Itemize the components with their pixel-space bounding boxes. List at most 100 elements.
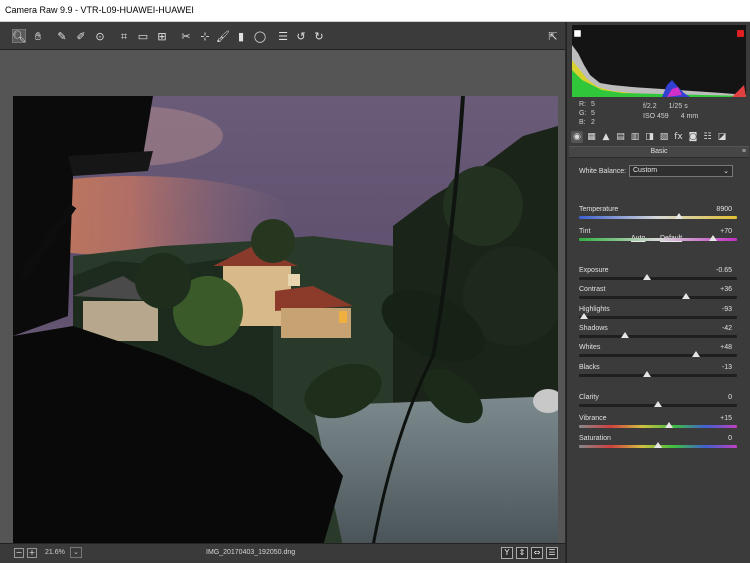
hand-tool-icon[interactable]: ✋︎ bbox=[31, 29, 45, 43]
temperature-value[interactable]: 8900 bbox=[716, 206, 732, 213]
green-value: 5 bbox=[591, 110, 595, 117]
zoom-tool-icon[interactable]: 🔍︎ bbox=[12, 29, 26, 43]
exposure-thumb[interactable] bbox=[642, 274, 651, 280]
exposure-slider[interactable]: Exposure -0.65 bbox=[579, 267, 737, 285]
vibrance-value[interactable]: +15 bbox=[720, 415, 732, 422]
red-value: 5 bbox=[591, 101, 595, 108]
effects-tab-icon[interactable]: fx bbox=[673, 131, 685, 143]
straighten-tool-icon[interactable]: ▭ bbox=[136, 29, 150, 43]
clarity-slider[interactable]: Clarity 0 bbox=[579, 394, 737, 412]
highlight-clipping-warning-icon[interactable] bbox=[737, 30, 744, 37]
red-eye-tool-icon[interactable]: ⊹ bbox=[198, 29, 212, 43]
shadow-clipping-warning-icon[interactable] bbox=[574, 30, 581, 37]
saturation-value[interactable]: 0 bbox=[728, 435, 732, 442]
blacks-slider[interactable]: Blacks -13 bbox=[579, 364, 737, 382]
whites-value[interactable]: +48 bbox=[720, 344, 732, 351]
shadows-track[interactable] bbox=[579, 335, 737, 338]
before-after-toggle-button[interactable]: Y bbox=[501, 547, 513, 559]
highlights-track[interactable] bbox=[579, 316, 737, 319]
vibrance-label: Vibrance bbox=[579, 415, 607, 422]
section-title: Basic bbox=[650, 148, 668, 155]
tint-thumb[interactable] bbox=[709, 235, 718, 241]
hsl-tab-icon[interactable]: ▤ bbox=[615, 131, 627, 143]
shadows-thumb[interactable] bbox=[620, 332, 629, 338]
focal-length: 4 mm bbox=[680, 113, 699, 120]
whites-slider[interactable]: Whites +48 bbox=[579, 344, 737, 362]
photo-preview[interactable] bbox=[13, 96, 558, 546]
whites-thumb[interactable] bbox=[691, 351, 700, 357]
saturation-slider[interactable]: Saturation 0 bbox=[579, 435, 737, 453]
tint-value[interactable]: +70 bbox=[720, 228, 732, 235]
highlights-value[interactable]: -93 bbox=[722, 306, 732, 313]
highlights-slider[interactable]: Highlights -93 bbox=[579, 306, 737, 324]
whites-track[interactable] bbox=[579, 354, 737, 357]
shadows-slider[interactable]: Shadows -42 bbox=[579, 325, 737, 343]
snapshots-tab-icon[interactable]: ◪ bbox=[716, 131, 728, 143]
targeted-adjustment-tool-icon[interactable]: ⊙ bbox=[93, 29, 107, 43]
copy-settings-button[interactable]: ⇔ bbox=[531, 547, 543, 559]
shadows-value[interactable]: -42 bbox=[722, 325, 732, 332]
rotate-right-tool-icon[interactable]: ↻ bbox=[312, 29, 326, 43]
contrast-slider[interactable]: Contrast +36 bbox=[579, 286, 737, 304]
temperature-slider[interactable]: Temperature 8900 bbox=[579, 206, 737, 224]
image-preview-area[interactable] bbox=[0, 50, 565, 546]
adjustment-brush-tool-icon[interactable]: 🖌︎ bbox=[216, 29, 230, 43]
chevron-down-icon: ⌄ bbox=[723, 167, 729, 175]
detail-tab-icon[interactable]: ▲ bbox=[600, 131, 612, 143]
color-sampler-tool-icon[interactable]: ✐ bbox=[74, 29, 88, 43]
zoom-level-dropdown[interactable]: ⌄ bbox=[70, 547, 82, 558]
whites-label: Whites bbox=[579, 344, 601, 351]
crop-tool-icon[interactable]: ⌗ bbox=[117, 29, 131, 43]
basic-tab-icon[interactable]: ◉ bbox=[571, 131, 583, 143]
zoom-out-button[interactable]: − bbox=[14, 548, 24, 558]
toggle-settings-button[interactable]: ☰ bbox=[546, 547, 558, 559]
saturation-label: Saturation bbox=[579, 435, 611, 442]
split-toning-tab-icon[interactable]: ▥ bbox=[629, 131, 641, 143]
exposure-value[interactable]: -0.65 bbox=[716, 267, 732, 274]
clarity-label: Clarity bbox=[579, 394, 599, 401]
contrast-value[interactable]: +36 bbox=[720, 286, 732, 293]
blacks-track[interactable] bbox=[579, 374, 737, 377]
shutter-speed: 1/25 s bbox=[668, 103, 688, 110]
swap-settings-button[interactable]: ⇕ bbox=[516, 547, 528, 559]
contrast-thumb[interactable] bbox=[682, 293, 691, 299]
camera-calibration-tab-icon[interactable]: ▧ bbox=[658, 131, 670, 143]
section-menu-icon[interactable]: ≡ bbox=[742, 148, 746, 155]
temperature-label: Temperature bbox=[579, 206, 619, 213]
clarity-value[interactable]: 0 bbox=[728, 394, 732, 401]
lens-corrections-tab-icon[interactable]: ◨ bbox=[644, 131, 656, 143]
fullscreen-toggle-icon[interactable]: ⇱ bbox=[546, 29, 560, 43]
zoom-in-button[interactable]: + bbox=[27, 548, 37, 558]
exposure-track[interactable] bbox=[579, 277, 737, 280]
camera-profile-tab-icon[interactable]: ◙ bbox=[687, 131, 699, 143]
highlights-thumb[interactable] bbox=[579, 313, 588, 319]
graduated-filter-tool-icon[interactable]: ▮ bbox=[234, 29, 248, 43]
presets-tab-icon[interactable]: ☷ bbox=[702, 131, 714, 143]
blacks-thumb[interactable] bbox=[642, 371, 651, 377]
white-balance-select[interactable]: Custom ⌄ bbox=[629, 165, 733, 177]
white-balance-value: Custom bbox=[633, 167, 658, 174]
green-label: G: bbox=[579, 110, 587, 117]
iso: ISO 459 bbox=[643, 113, 669, 120]
adjustment-panel: R: 5 G: 5 B: 2 f/2.2 1/25 s ISO 459 4 mm ◉ ▦ ▲ ▤… bbox=[566, 22, 750, 563]
rotate-left-tool-icon[interactable]: ↺ bbox=[294, 29, 308, 43]
radial-filter-tool-icon[interactable]: ◯ bbox=[253, 29, 267, 43]
clarity-thumb[interactable] bbox=[654, 401, 662, 407]
blacks-value[interactable]: -13 bbox=[722, 364, 732, 371]
temperature-track[interactable] bbox=[579, 216, 737, 219]
contrast-label: Contrast bbox=[579, 286, 606, 293]
transform-tool-icon[interactable]: ⊞ bbox=[155, 29, 169, 43]
vibrance-thumb[interactable] bbox=[665, 422, 674, 428]
contrast-track[interactable] bbox=[579, 296, 737, 299]
temperature-thumb[interactable] bbox=[674, 213, 683, 219]
white-balance-tool-icon[interactable]: ✎ bbox=[55, 29, 69, 43]
shadows-label: Shadows bbox=[579, 325, 608, 332]
vibrance-slider[interactable]: Vibrance +15 bbox=[579, 415, 737, 433]
preferences-tool-icon[interactable]: ☰ bbox=[276, 29, 290, 43]
spot-removal-tool-icon[interactable]: ✂ bbox=[179, 29, 193, 43]
tint-slider[interactable]: Tint +70 bbox=[579, 228, 737, 246]
vibrance-track[interactable] bbox=[579, 425, 737, 428]
histogram bbox=[572, 25, 746, 97]
tone-curve-tab-icon[interactable]: ▦ bbox=[586, 131, 598, 143]
saturation-thumb[interactable] bbox=[654, 442, 662, 448]
